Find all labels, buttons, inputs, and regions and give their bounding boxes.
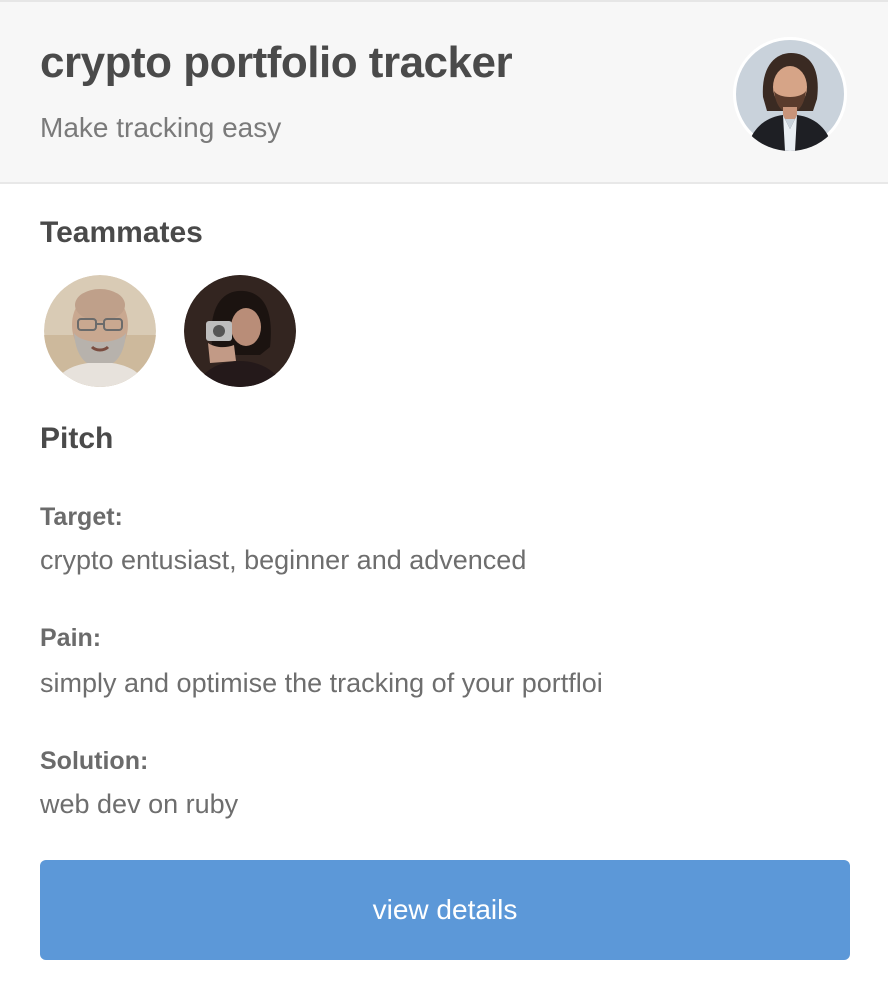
- project-tagline: Make tracking easy: [40, 112, 282, 143]
- project-card: crypto portfolio tracker Make tracking e…: [0, 0, 888, 988]
- view-details-button[interactable]: view details: [40, 860, 850, 960]
- teammate-avatar-image: [44, 275, 156, 387]
- target-label: Target:: [40, 503, 123, 531]
- pain-label: Pain:: [40, 624, 102, 652]
- solution-label: Solution:: [40, 747, 149, 775]
- owner-avatar-image: [733, 37, 847, 151]
- card-header: crypto portfolio tracker Make tracking e…: [0, 0, 888, 184]
- teammate-avatar[interactable]: [184, 275, 296, 387]
- owner-avatar[interactable]: [733, 37, 847, 151]
- teammate-avatar-image: [184, 275, 296, 387]
- pain-value: simply and optimise the tracking of your…: [40, 668, 603, 698]
- pitch-heading: Pitch: [40, 422, 114, 455]
- project-title: crypto portfolio tracker: [40, 38, 513, 87]
- solution-value: web dev on ruby: [40, 789, 239, 819]
- teammates-heading: Teammates: [40, 216, 203, 249]
- teammate-avatar[interactable]: [44, 275, 156, 387]
- target-value: crypto entusiast, beginner and advenced: [40, 545, 527, 575]
